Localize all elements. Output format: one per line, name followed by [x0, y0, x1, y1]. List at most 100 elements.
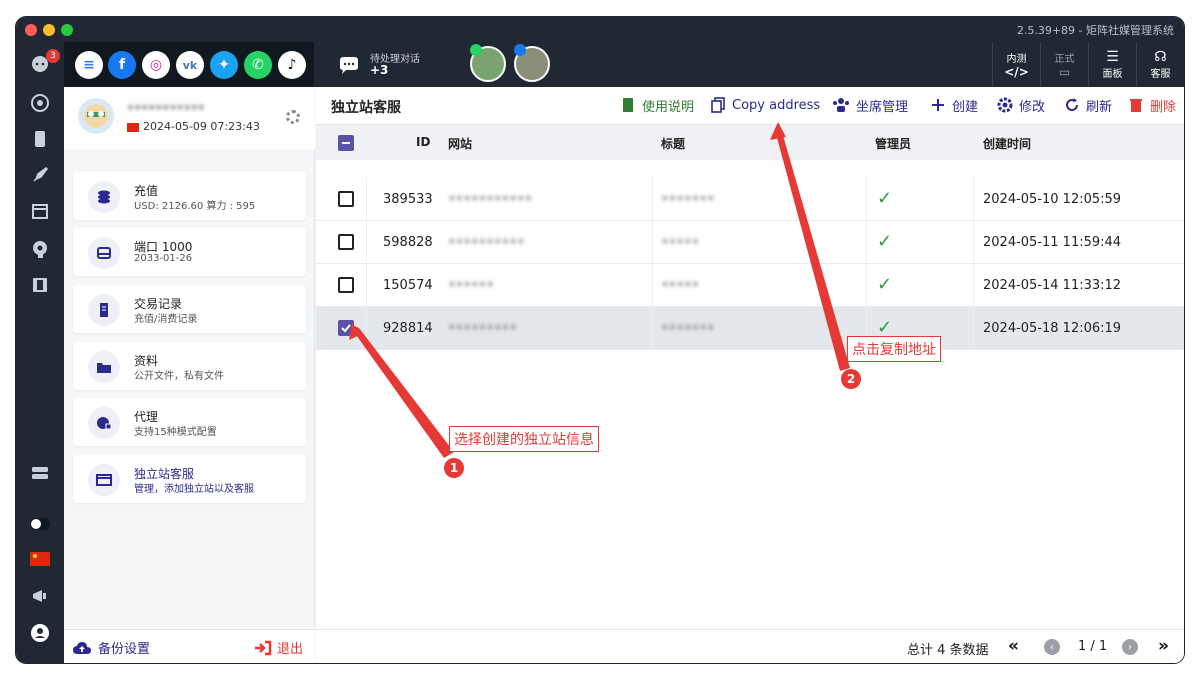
page-indicator: 1 / 1	[1078, 639, 1108, 654]
service-button[interactable]: ☊ 客服	[1136, 42, 1184, 87]
seat-management-button[interactable]: 坐席管理	[832, 95, 908, 115]
table-row[interactable]: 150574 •••••• ••••• ✓ 2024-05-14 11:33:1…	[316, 264, 1184, 307]
logout-label: 退出	[277, 642, 304, 657]
whatsapp-icon[interactable]: ✆	[244, 51, 272, 79]
sidebar-item-transactions[interactable]: 交易记录 充值/消费记录	[73, 285, 306, 333]
column-admin[interactable]: 管理员	[875, 135, 911, 152]
column-site[interactable]: 网站	[448, 135, 472, 152]
social-app-icon[interactable]: ≡	[75, 51, 103, 79]
column-created[interactable]: 创建时间	[983, 135, 1031, 152]
checkmark-icon	[341, 324, 351, 333]
sidebar-item-proxy[interactable]: 代理 支持15种模式配置	[73, 398, 306, 446]
copy-address-label: Copy address	[732, 97, 821, 113]
admin-check-icon: ✓	[877, 317, 893, 338]
row-id: 598828	[383, 235, 433, 250]
speech-bubble-icon	[340, 57, 358, 74]
phone-icon[interactable]	[29, 128, 51, 150]
row-checkbox[interactable]	[338, 191, 354, 207]
table-row-selected[interactable]: 928814 ••••••••• ••••••• ✓ 2024-05-18 12…	[316, 307, 1184, 350]
admin-check-icon: ✓	[877, 231, 893, 252]
inner-test-button[interactable]: 内测 </>	[992, 42, 1040, 87]
profile-card: ••••••••••• 2024-05-09 07:23:43	[64, 87, 315, 149]
create-button[interactable]: 创建	[930, 95, 978, 115]
guide-button[interactable]: 使用说明	[620, 95, 694, 115]
annotation-step1-number: 1	[444, 458, 464, 478]
facebook-badge-icon	[514, 44, 526, 56]
profile-name: •••••••••••	[127, 101, 205, 115]
user-icon[interactable]	[29, 622, 51, 644]
last-page-button[interactable]: »	[1158, 636, 1169, 656]
sidebar-item-port[interactable]: 端口 1000 2033-01-26	[73, 228, 306, 276]
settings-gear-icon[interactable]	[286, 110, 300, 124]
store-icon[interactable]	[29, 200, 51, 222]
select-all-checkbox[interactable]	[338, 135, 354, 151]
next-page-button[interactable]: ›	[1122, 639, 1138, 655]
row-id: 150574	[383, 278, 433, 293]
edit-button[interactable]: 修改	[997, 95, 1045, 115]
title-bar: 2.5.39+89 - 矩阵社媒管理系统	[16, 17, 1184, 42]
browser-icon[interactable]	[29, 92, 51, 114]
table-footer: 总计 4 条数据 « ‹ 1 / 1 › »	[316, 629, 1184, 663]
table-row[interactable]: 389533 ••••••••••• ••••••• ✓ 2024-05-10 …	[316, 178, 1184, 221]
vk-icon[interactable]: vk	[176, 51, 204, 79]
copy-address-button[interactable]: Copy address	[710, 95, 820, 115]
sidebar-item-subtitle: 2033-01-26	[134, 253, 193, 264]
sidebar-item-subtitle: 支持15种模式配置	[134, 427, 217, 438]
first-page-button[interactable]: «	[1008, 636, 1019, 656]
row-checkbox[interactable]	[338, 234, 354, 250]
row-created: 2024-05-18 12:06:19	[983, 321, 1122, 336]
row-title: •••••••	[661, 321, 715, 336]
sidebar-footer: 备份设置 退出	[64, 629, 315, 663]
guide-label: 使用说明	[642, 99, 695, 115]
service-label: 客服	[1150, 69, 1171, 80]
prev-page-button[interactable]: ‹	[1044, 639, 1060, 655]
maximize-window-button[interactable]	[61, 24, 73, 36]
row-checkbox[interactable]	[338, 277, 354, 293]
instagram-icon[interactable]: ◎	[142, 51, 170, 79]
book-icon	[623, 98, 633, 112]
headset-icon: ☊	[1154, 49, 1167, 65]
column-id[interactable]: ID	[416, 135, 430, 149]
twitter-icon[interactable]: ✦	[210, 51, 238, 79]
profile-date: 2024-05-09 07:23:43	[143, 120, 260, 133]
ai-head-icon[interactable]	[29, 238, 51, 260]
refresh-icon	[1066, 98, 1078, 111]
page-title: 独立站客服	[331, 100, 401, 116]
megaphone-icon[interactable]	[29, 585, 51, 607]
facebook-icon[interactable]: f	[108, 51, 136, 79]
official-button[interactable]: 正式 ▭	[1040, 42, 1088, 87]
inner-test-label: 内测	[1006, 54, 1027, 65]
rocket-icon[interactable]	[29, 164, 51, 186]
app-version: 2.5.39+89 - 矩阵社媒管理系统	[1016, 24, 1174, 37]
backup-settings-button[interactable]: 备份设置	[72, 638, 150, 657]
panel-button[interactable]: ☰ 面板	[1088, 42, 1136, 87]
minimize-window-button[interactable]	[43, 24, 55, 36]
sidebar-item-files[interactable]: 资料 公开文件，私有文件	[73, 342, 306, 390]
refresh-button[interactable]: 刷新	[1064, 95, 1112, 115]
cloud-upload-icon	[73, 641, 91, 654]
row-title: •••••	[661, 278, 700, 293]
sidebar-item-recharge[interactable]: 充值 USD: 2126.60 算力 : 595	[73, 172, 306, 220]
total-count: 总计 4 条数据	[907, 643, 989, 658]
server-icon[interactable]	[29, 462, 51, 484]
china-flag-icon[interactable]	[29, 548, 51, 570]
delete-button[interactable]: 删除	[1128, 95, 1176, 115]
row-checkbox-checked[interactable]	[338, 320, 354, 336]
terminal-icon: ▭	[1058, 65, 1071, 79]
sidebar-item-subtitle: 管理，添加独立站以及客服	[134, 484, 254, 495]
profile-avatar[interactable]	[78, 98, 114, 134]
table-row[interactable]: 598828 •••••••••• ••••• ✓ 2024-05-11 11:…	[316, 221, 1184, 264]
sidebar-item-subtitle: 公开文件，私有文件	[134, 371, 224, 382]
close-window-button[interactable]	[25, 24, 37, 36]
sidebar-item-site-service[interactable]: 独立站客服 管理，添加独立站以及客服	[73, 455, 306, 503]
logout-button[interactable]: 退出	[254, 638, 303, 657]
column-title[interactable]: 标题	[661, 135, 685, 152]
sliders-icon: ☰	[1106, 49, 1119, 65]
film-icon[interactable]	[29, 274, 51, 296]
admin-check-icon: ✓	[877, 274, 893, 295]
hard-drive-icon	[88, 237, 120, 269]
table-header: ID 网站 标题 管理员 创建时间	[316, 124, 1184, 160]
coins-icon	[88, 181, 120, 213]
theme-toggle[interactable]	[29, 513, 51, 535]
tiktok-icon[interactable]: ♪	[278, 51, 306, 79]
